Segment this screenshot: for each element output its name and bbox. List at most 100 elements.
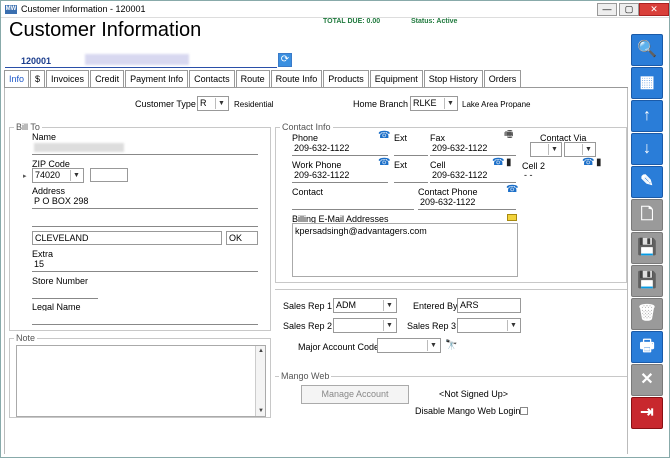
save-icon[interactable]: 💾 (631, 265, 663, 297)
contact-phone-field[interactable]: 209-632-1122 (418, 196, 516, 210)
tab-orders[interactable]: Orders (483, 70, 522, 88)
chevron-down-icon: ▼ (383, 320, 395, 331)
window-title: Customer Information - 120001 (21, 4, 146, 14)
phone-icon[interactable]: ☎ (506, 185, 518, 195)
refresh-icon[interactable]: ⟳ (278, 53, 292, 67)
binoculars-icon[interactable]: 🔭 (445, 340, 457, 351)
fax-field[interactable]: 209-632-1122 (430, 142, 516, 156)
scroll-up-icon[interactable]: ▲ (257, 347, 265, 355)
city-field[interactable]: CLEVELAND (32, 231, 222, 245)
ext-field[interactable] (394, 142, 428, 156)
tab-route[interactable]: Route (235, 70, 270, 88)
phone-field[interactable]: 209-632-1122 (292, 142, 388, 156)
chevron-down-icon: ▼ (548, 144, 560, 155)
disable-mango-label: Disable Mango Web Login (415, 406, 521, 416)
grid-icon[interactable]: ▦ (631, 67, 663, 99)
bill-to-title: Bill To (14, 122, 42, 132)
phone-icon[interactable]: ☎ (378, 131, 390, 141)
customer-type-desc: Residential (234, 100, 274, 109)
print-icon[interactable]: 🖶 (631, 331, 663, 363)
entered-by-field[interactable]: ARS (457, 298, 521, 313)
tab-dollar[interactable]: $ (30, 70, 46, 88)
cancel-icon[interactable]: ✕ (631, 364, 663, 396)
sales-rep3-label: Sales Rep 3 (407, 321, 457, 331)
page-title: Customer Information (9, 19, 202, 41)
state-field[interactable]: OK (226, 231, 258, 245)
billing-email-textarea[interactable]: kpersadsingh@advantagers.com (292, 223, 518, 277)
phone-icon[interactable]: ☎ (582, 158, 594, 168)
contact-info-title: Contact Info (280, 122, 333, 132)
tab-stop-history[interactable]: Stop History (423, 70, 483, 88)
new-document-icon[interactable]: 🗋 (631, 199, 663, 231)
close-button[interactable]: ✕ (639, 3, 669, 16)
extra-field[interactable]: 15 (32, 258, 258, 272)
tab-equipment[interactable]: Equipment (369, 70, 423, 88)
legal-name-field[interactable] (32, 311, 258, 325)
exit-icon[interactable]: ⇥ (631, 397, 663, 429)
work-phone-field[interactable]: 209-632-1122 (292, 169, 388, 183)
save-new-icon[interactable]: 💾 (631, 232, 663, 264)
tab-payment-info[interactable]: Payment Info (125, 70, 189, 88)
tab-invoices[interactable]: Invoices (46, 70, 90, 88)
sales-rep1-select[interactable]: ADM ▼ (333, 298, 397, 313)
tab-route-info[interactable]: Route Info (270, 70, 323, 88)
major-account-label: Major Account Code (298, 342, 380, 352)
sms-icon[interactable]: ▮ (506, 158, 512, 168)
arrow-up-icon[interactable]: ↑ (631, 100, 663, 132)
note-scrollbar[interactable]: ▲ ▼ (255, 346, 265, 416)
phone-icon[interactable]: ☎ (492, 158, 504, 168)
minimize-button[interactable]: — (597, 3, 617, 16)
address-line2[interactable] (32, 213, 258, 227)
note-title: Note (14, 333, 38, 343)
account-bar: 120001 (5, 53, 277, 68)
arrow-down-icon[interactable]: ↓ (631, 133, 663, 165)
contact-field[interactable] (292, 196, 414, 210)
phone-icon[interactable]: ☎ (378, 158, 390, 168)
tab-contacts[interactable]: Contacts (189, 70, 235, 88)
manage-account-button[interactable]: Manage Account (301, 385, 409, 404)
zip-extension-field[interactable] (90, 168, 128, 182)
entered-by-label: Entered By (413, 301, 458, 311)
maximize-button[interactable]: ▢ (619, 3, 639, 16)
contact-via-select-2[interactable]: ▼ (564, 142, 596, 157)
chevron-down-icon: ▼ (383, 300, 395, 311)
address-line1[interactable]: P O BOX 298 (32, 195, 258, 209)
account-name-redacted (85, 54, 189, 65)
scroll-down-icon[interactable]: ▼ (257, 407, 265, 415)
arrow-right-icon[interactable]: ▸ (23, 172, 27, 180)
fax-icon[interactable]: 🖷 (504, 130, 513, 140)
email-icon[interactable] (507, 214, 517, 221)
disable-mango-checkbox[interactable] (520, 407, 528, 415)
zip-field[interactable]: 74020 ▼ (32, 168, 84, 183)
mango-status: <Not Signed Up> (439, 389, 509, 399)
note-textarea[interactable]: ▲ ▼ (16, 345, 266, 417)
mango-web-group: Mango Web Manage Account <Not Signed Up>… (275, 371, 627, 416)
customer-type-select[interactable]: R ▼ (197, 96, 229, 111)
home-branch-select[interactable]: RLKE ▼ (410, 96, 458, 111)
billing-email-value: kpersadsingh@advantagers.com (295, 226, 427, 236)
major-account-select[interactable]: ▼ (377, 338, 441, 353)
home-branch-label: Home Branch (353, 99, 409, 109)
delete-icon[interactable]: 🗑 (631, 298, 663, 330)
edit-icon[interactable]: ✎ (631, 166, 663, 198)
search-icon[interactable]: 🔍 (631, 34, 663, 66)
sales-group: Sales Rep 1 ADM ▼ Entered By ARS Sales Re… (275, 289, 627, 359)
tab-products[interactable]: Products (323, 70, 369, 88)
store-number-field[interactable] (32, 285, 98, 299)
name-field[interactable] (32, 141, 258, 155)
contact-via-select-1[interactable]: ▼ (530, 142, 562, 157)
tab-info[interactable]: Info (4, 70, 30, 88)
tab-credit[interactable]: Credit (90, 70, 125, 88)
sms-icon[interactable]: ▮ (596, 158, 602, 168)
contact-info-group: Contact Info Phone ☎ 209-632-1122 Ext Fa… (275, 122, 627, 283)
cell2-field[interactable]: - - (522, 169, 602, 183)
chevron-down-icon: ▼ (427, 340, 439, 351)
sales-rep2-select[interactable]: ▼ (333, 318, 397, 333)
app-icon: MW (5, 5, 17, 14)
cell-field[interactable]: 209-632-1122 (430, 169, 516, 183)
bill-to-group: Bill To Name ZIP Code ▸ 74020 ▼ Address P… (9, 122, 271, 331)
ext2-field[interactable] (394, 169, 428, 183)
sales-rep3-select[interactable]: ▼ (457, 318, 521, 333)
info-panel: Customer Type R ▼ Residential Home Branch… (4, 88, 628, 454)
title-bar: MW Customer Information - 120001 — ▢ ✕ (1, 1, 669, 18)
